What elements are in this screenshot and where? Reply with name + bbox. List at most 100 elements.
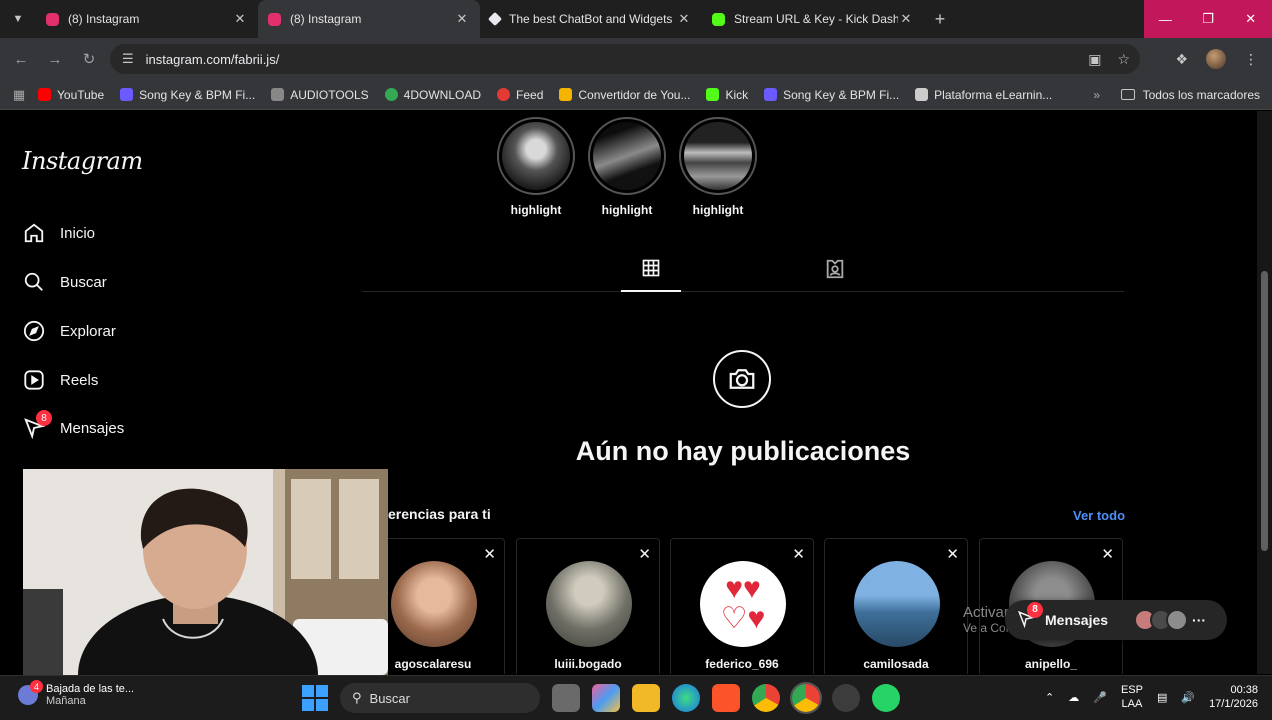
messenger-icon: 8 [22,410,52,440]
kebab-menu-icon[interactable]: ⋮ [1244,51,1258,68]
search-icon: ⚲ [352,690,362,705]
messages-floating-button[interactable]: 8 Mensajes ··· [1005,600,1227,640]
copilot-icon[interactable] [592,684,620,712]
obs-icon[interactable] [832,684,860,712]
suggestion-username[interactable]: anipello_ [980,657,1122,671]
suggestion-card[interactable]: ✕ camilosada [824,538,968,674]
scrollbar-thumb[interactable] [1261,271,1268,551]
volume-icon[interactable]: 🔊 [1181,691,1195,704]
dismiss-suggestion-icon[interactable]: ✕ [946,545,959,563]
all-bookmarks-button[interactable]: Todos los marcadores [1120,88,1260,102]
bookmark-audiotools[interactable]: AUDIOTOOLS [271,88,369,102]
profile-avatar[interactable] [1206,49,1226,69]
nav-item-reels[interactable]: Reels [22,368,98,392]
bookmark-star-icon[interactable]: ☆ [1117,51,1130,68]
highlight-item[interactable]: highlight [588,117,666,217]
weather-widget[interactable]: 4 Bajada de las te... Mañana [18,680,134,707]
restore-icon[interactable]: ❐ [1187,0,1230,38]
forward-arrow-icon[interactable]: → [38,51,72,68]
chrome-active-icon[interactable] [792,684,820,712]
windows-start-icon[interactable] [302,685,328,711]
bookmark-label: 4DOWNLOAD [403,87,482,102]
dismiss-suggestion-icon[interactable]: ✕ [483,545,496,563]
nav-item-mensajes[interactable]: 8 Mensajes [22,410,124,440]
browser-tab-4[interactable]: Stream URL & Key - Kick Dashb ✕ [702,0,924,38]
bookmark-youtube[interactable]: YouTube [38,88,104,102]
nav-item-inicio[interactable]: Inicio [22,221,95,245]
posts-grid-icon[interactable] [641,258,661,283]
suggestion-avatar[interactable]: ♥♥ ♡♥ [700,561,786,647]
new-tab-button[interactable]: + [924,0,956,38]
page-scrollbar[interactable] [1257,111,1272,674]
bookmark-songkey[interactable]: Song Key & BPM Fi... [120,88,255,102]
highlight-item[interactable]: highlight [497,117,575,217]
tab-search-chevron-icon[interactable]: ▼ [0,0,36,38]
no-posts-title: Aún no hay publicaciones [575,436,911,466]
suggestion-username[interactable]: luiii.bogado [517,657,659,671]
site-info-icon[interactable]: ☰ [122,51,134,67]
highlight-item[interactable]: highlight [679,117,757,217]
nav-item-explorar[interactable]: Explorar [22,319,116,343]
more-bookmarks-icon[interactable]: » [1093,88,1100,102]
tagged-icon[interactable] [824,258,846,285]
onedrive-icon[interactable]: ☁ [1068,691,1079,704]
browser-tab-3[interactable]: The best ChatBot and Widgets ✕ [480,0,702,38]
brave-icon[interactable] [712,684,740,712]
close-tab-icon[interactable]: ✕ [898,11,914,27]
close-tab-icon[interactable]: ✕ [454,11,470,27]
taskbar-search-text: Buscar [369,690,410,706]
highlights-row: highlight highlight highlight [497,117,757,217]
bookmark-label: Song Key & BPM Fi... [783,87,900,102]
microphone-icon[interactable]: 🎤 [1093,691,1107,704]
suggestion-card[interactable]: ✕ luiii.bogado [516,538,660,674]
weather-badge: 4 [30,680,43,693]
bookmark-label: Song Key & BPM Fi... [139,87,256,102]
bookmark-kick[interactable]: Kick [706,88,748,102]
bookmark-elearning[interactable]: Plataforma eLearnin... [915,88,1052,102]
browser-tab-strip: ▼ (8) Instagram ✕ (8) Instagram ✕ The be… [0,0,1272,38]
see-all-link[interactable]: Ver todo [1073,508,1125,523]
chrome-icon[interactable] [752,684,780,712]
suggestion-username[interactable]: camilosada [825,657,967,671]
tab-title: (8) Instagram [290,12,362,26]
suggestion-card[interactable]: ✕ ♥♥ ♡♥ federico_696 [670,538,814,674]
minimize-icon[interactable]: — [1144,0,1187,38]
bookmark-feed[interactable]: Feed [497,88,543,102]
instagram-favicon-icon [46,12,59,26]
install-app-icon[interactable]: ▣ [1088,51,1101,68]
back-arrow-icon[interactable]: ← [4,51,38,68]
edge-icon[interactable] [672,684,700,712]
dismiss-suggestion-icon[interactable]: ✕ [638,545,651,563]
whatsapp-icon[interactable] [872,684,900,712]
close-tab-icon[interactable]: ✕ [676,11,692,27]
clock[interactable]: 00:38 17/1/2026 [1209,683,1258,711]
suggestion-avatar[interactable] [391,561,477,647]
suggestion-username[interactable]: federico_696 [671,657,813,671]
audiotools-icon [271,88,285,101]
address-bar[interactable]: ☰ instagram.com/fabrii.js/ ▣ ☆ [110,44,1140,74]
browser-tab-2[interactable]: (8) Instagram ✕ [258,0,480,38]
network-icon[interactable]: ▤ [1157,691,1167,704]
file-explorer-icon[interactable] [632,684,660,712]
close-tab-icon[interactable]: ✕ [232,11,248,27]
browser-tab-1[interactable]: (8) Instagram ✕ [36,0,258,38]
dismiss-suggestion-icon[interactable]: ✕ [1101,545,1114,563]
language-indicator[interactable]: ESP LAA [1121,683,1143,711]
reload-icon[interactable]: ↻ [72,50,106,68]
suggestion-avatar[interactable] [546,561,632,647]
bookmark-convertidor[interactable]: Convertidor de You... [559,88,690,102]
nav-item-buscar[interactable]: Buscar [22,270,107,294]
suggestion-avatar[interactable] [854,561,940,647]
bookmark-label: Feed [516,87,544,102]
close-window-icon[interactable]: ✕ [1229,0,1272,38]
tray-chevron-icon[interactable]: ⌃ [1045,691,1054,704]
instagram-logo[interactable]: Instagram [22,147,143,175]
bookmark-4download[interactable]: 4DOWNLOAD [384,87,482,102]
apps-grid-icon[interactable]: ▦ [0,87,38,103]
extensions-icon[interactable]: ❖ [1175,51,1188,68]
dismiss-suggestion-icon[interactable]: ✕ [792,545,805,563]
bookmark-songkey-2[interactable]: Song Key & BPM Fi... [764,88,899,102]
highlight-ring [588,117,666,195]
taskbar-search[interactable]: ⚲ Buscar [340,683,540,713]
task-view-icon[interactable] [552,684,580,712]
